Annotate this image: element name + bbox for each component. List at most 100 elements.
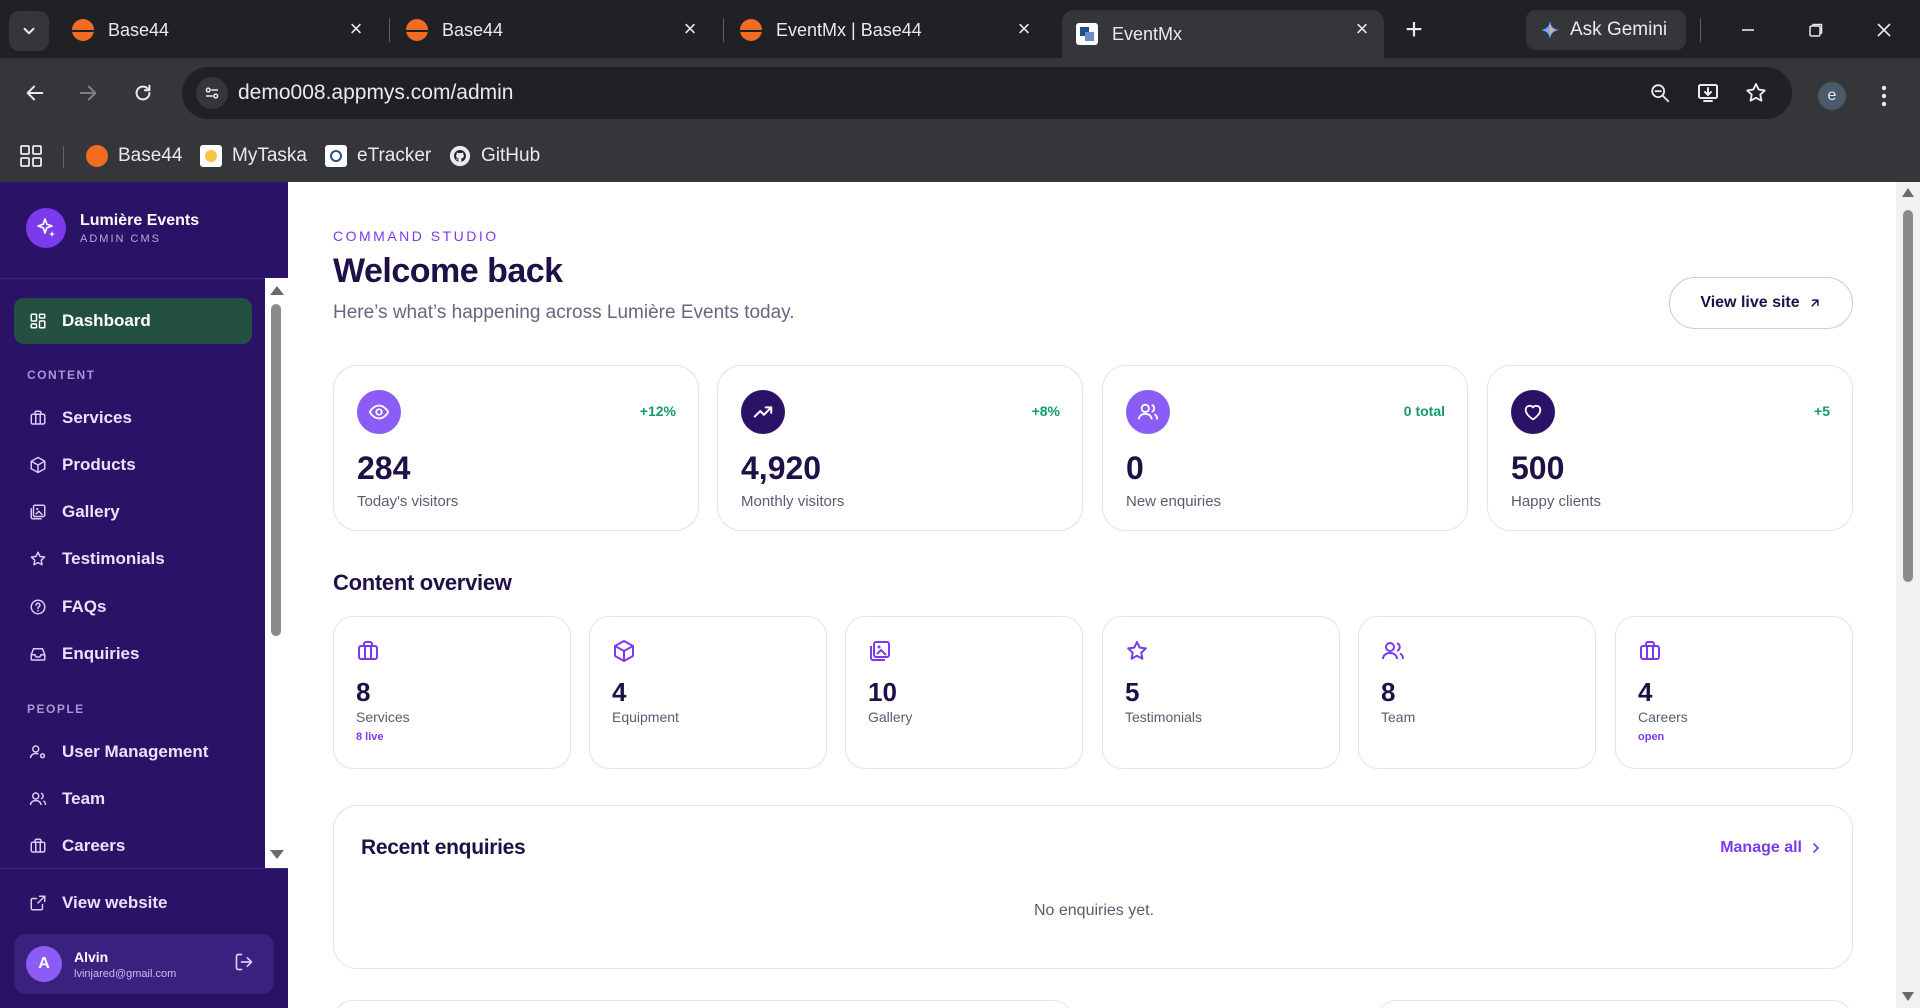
gemini-label: Ask Gemini (1570, 19, 1668, 40)
arrow-left-icon (26, 85, 44, 101)
page-scrollbar[interactable] (1896, 182, 1920, 1008)
page-eyebrow: COMMAND STUDIO (333, 228, 499, 244)
page-title: Welcome back (333, 252, 563, 290)
bookmark-github[interactable]: GitHub (449, 142, 540, 170)
view-website-link[interactable]: View website (14, 880, 252, 926)
bookmark-star-icon[interactable] (1742, 79, 1770, 107)
sidebar-item-label: Testimonials (62, 549, 165, 568)
browser-menu-button[interactable] (1872, 78, 1896, 114)
stat-value: 500 (1511, 450, 1565, 486)
scrollbar-thumb[interactable] (271, 304, 281, 636)
overview-card-team[interactable]: 8 Team (1358, 616, 1596, 769)
sidebar-item-label: User Management (62, 742, 209, 761)
sidebar-item-user-management[interactable]: User Management (14, 729, 252, 775)
bookmark-label: MyTaska (232, 145, 307, 166)
browser-tab[interactable]: Base44 × (58, 10, 378, 50)
overview-card-careers[interactable]: 4 Careers open (1615, 616, 1853, 769)
url-text[interactable]: demo008.appmys.com/admin (238, 81, 513, 105)
stat-delta: +5 (1814, 403, 1830, 419)
zoom-icon[interactable] (1646, 79, 1674, 107)
briefcase-icon (358, 641, 378, 660)
brand[interactable]: Lumière Events ADMIN CMS (26, 208, 199, 248)
overview-label: Equipment (612, 709, 679, 725)
view-website-label: View website (62, 893, 168, 912)
browser-tab-active[interactable]: EventMx × (1062, 10, 1384, 58)
restore-button[interactable] (1796, 12, 1836, 48)
profile-avatar[interactable]: e (1818, 82, 1846, 110)
scrollbar-thumb[interactable] (1903, 210, 1913, 582)
sidebar-item-careers[interactable]: Careers (14, 823, 252, 869)
new-tab-button[interactable]: + (1396, 13, 1432, 49)
stat-card-happy-clients: +5 500 Happy clients (1487, 365, 1853, 531)
close-tab-icon[interactable]: × (1012, 18, 1036, 42)
reload-button[interactable] (125, 75, 161, 111)
sidebar-item-label: FAQs (62, 597, 107, 616)
overview-label: Services (356, 709, 410, 725)
tab-title: Base44 (442, 19, 504, 40)
avatar: A (26, 946, 62, 982)
overview-card-services[interactable]: 8 Services 8 live (333, 616, 571, 769)
admin-app: Lumière Events ADMIN CMS Dashboard CONTE… (0, 182, 1920, 1008)
logout-icon[interactable] (234, 952, 256, 974)
bookmark-base44[interactable]: Base44 (86, 142, 182, 170)
view-live-site-button[interactable]: View live site (1669, 277, 1853, 329)
sidebar-item-products[interactable]: Products (14, 442, 252, 488)
sidebar-item-dashboard[interactable]: Dashboard (14, 298, 252, 344)
scroll-down-arrow-icon[interactable] (1902, 992, 1914, 1001)
overview-value: 5 (1125, 677, 1140, 707)
briefcase-icon (28, 408, 48, 428)
sidebar-nav: Dashboard CONTENT Services Products Gall… (0, 278, 288, 868)
sidebar-item-testimonials[interactable]: Testimonials (14, 536, 252, 582)
bookmarks-bar: Base44 MyTaska eTracker GitHub (0, 130, 1920, 182)
close-tab-icon[interactable]: × (1350, 18, 1374, 42)
overview-card-testimonials[interactable]: 5 Testimonials (1102, 616, 1340, 769)
tab-search-button[interactable] (9, 11, 49, 51)
sidebar-scrollbar[interactable] (265, 278, 288, 868)
browser-tab[interactable]: EventMx | Base44 × (726, 10, 1046, 50)
sidebar-item-team[interactable]: Team (14, 776, 252, 822)
address-bar[interactable]: demo008.appmys.com/admin (182, 67, 1792, 119)
bookmark-label: GitHub (481, 145, 541, 166)
sidebar-item-gallery[interactable]: Gallery (14, 489, 252, 535)
manage-all-link[interactable]: Manage all (1720, 839, 1824, 857)
sidebar-item-enquiries[interactable]: Enquiries (14, 631, 252, 677)
external-link-icon (28, 893, 48, 913)
forward-button[interactable] (70, 75, 106, 111)
arrow-right-icon (79, 85, 97, 101)
box-icon (28, 455, 48, 475)
scroll-down-arrow-icon[interactable] (270, 850, 284, 859)
sidebar-item-services[interactable]: Services (14, 395, 252, 441)
scroll-up-arrow-icon[interactable] (270, 286, 284, 295)
overview-card-equipment[interactable]: 4 Equipment (589, 616, 827, 769)
sidebar-item-faqs[interactable]: FAQs (14, 584, 252, 630)
overview-label: Careers (1638, 709, 1688, 725)
user-name: Alvin (74, 948, 109, 965)
minimize-button[interactable] (1728, 12, 1768, 48)
close-tab-icon[interactable]: × (344, 18, 368, 42)
browser-toolbar: demo008.appmys.com/admin e (0, 58, 1920, 130)
bookmark-etracker[interactable]: eTracker (325, 142, 431, 170)
empty-state-message: No enquiries yet. (1033, 902, 1155, 919)
user-email: lvinjared@gmail.com (74, 967, 177, 980)
close-window-button[interactable] (1864, 12, 1904, 48)
apps-grid-icon[interactable] (19, 144, 43, 168)
user-cog-icon (28, 742, 48, 762)
reload-icon (135, 84, 151, 101)
bookmark-mytaska[interactable]: MyTaska (200, 142, 307, 170)
close-tab-icon[interactable]: × (678, 18, 702, 42)
overview-card-gallery[interactable]: 10 Gallery (845, 616, 1083, 769)
ask-gemini-button[interactable]: Ask Gemini (1526, 10, 1686, 50)
recent-enquiries-title: Recent enquiries (361, 836, 526, 859)
star-icon (1127, 641, 1147, 660)
stat-value: 0 (1126, 450, 1144, 486)
browser-tab[interactable]: Base44 × (392, 10, 712, 50)
overview-value: 4 (1638, 677, 1653, 707)
user-card: A Alvin lvinjared@gmail.com (14, 934, 274, 994)
etracker-favicon-icon (325, 145, 347, 167)
sidebar: Lumière Events ADMIN CMS Dashboard CONTE… (0, 182, 288, 1008)
install-app-icon[interactable] (1694, 79, 1722, 107)
overview-label: Team (1381, 709, 1416, 725)
scroll-up-arrow-icon[interactable] (1902, 188, 1914, 197)
site-info-button[interactable] (196, 77, 228, 109)
back-button[interactable] (17, 75, 53, 111)
